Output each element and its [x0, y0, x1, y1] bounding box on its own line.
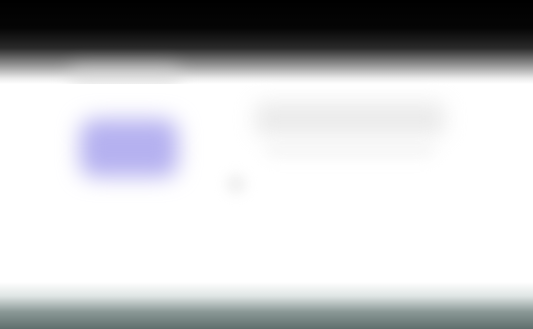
small-mark-icon — [226, 174, 246, 194]
heading-text — [255, 102, 445, 136]
thumbnail-image[interactable] — [80, 119, 178, 177]
bottom-bar — [0, 282, 533, 329]
screen — [0, 0, 533, 329]
body-text — [265, 146, 435, 156]
